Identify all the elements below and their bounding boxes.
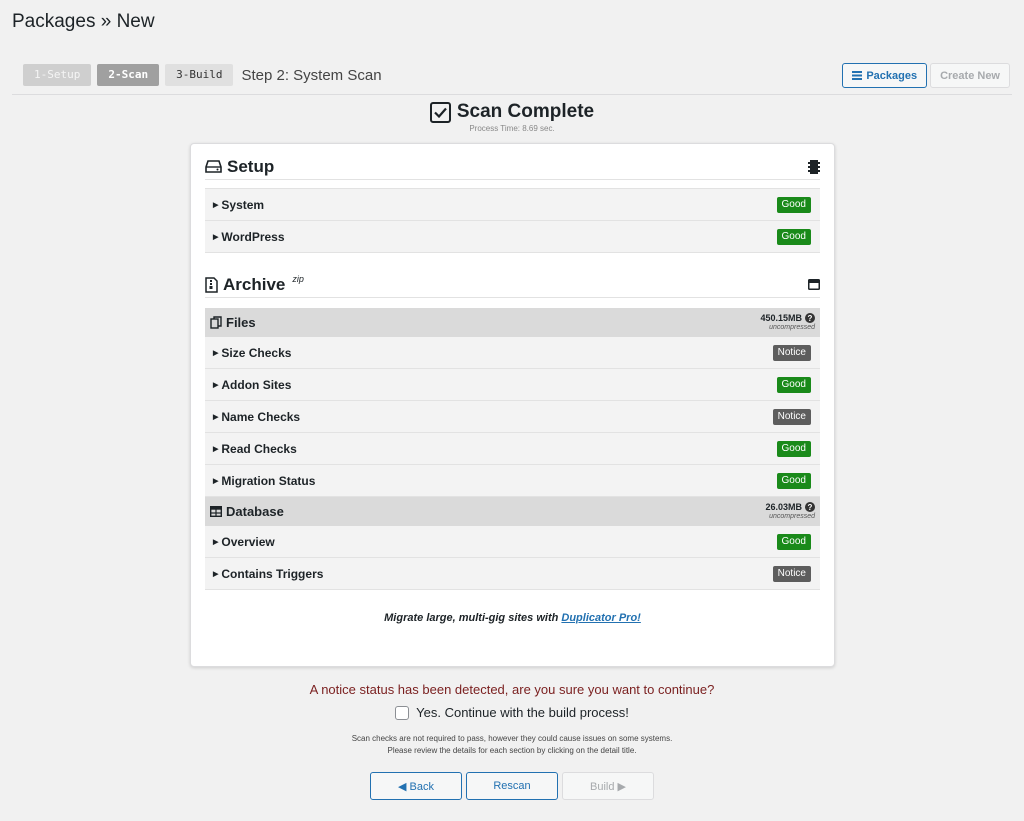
scan-disclaimer: Scan checks are not required to pass, ho…: [0, 733, 1024, 757]
current-step-label: Step 2: System Scan: [241, 66, 382, 84]
files-size-value: 450.15MB: [760, 312, 802, 323]
process-time: Process Time: 8.69 sec.: [469, 124, 555, 133]
status-badge: Notice: [772, 408, 811, 425]
step-build: 3-Build: [165, 64, 234, 86]
files-size: 450.15MB? uncompressed: [760, 313, 815, 332]
rescan-button[interactable]: Rescan: [466, 772, 558, 800]
notice-message: A notice status has been detected, are y…: [309, 682, 715, 697]
duplicator-pro-link[interactable]: Duplicator Pro!: [561, 612, 640, 624]
archive-rows: Files 450.15MB? uncompressed ▶ Size Check…: [205, 308, 820, 590]
back-button[interactable]: ◀ Back: [370, 772, 462, 800]
files-title: Files: [226, 315, 256, 330]
database-size-value: 26.03MB: [765, 501, 802, 512]
caret-right-icon: ▶: [213, 538, 219, 546]
top-actions: Packages Create New: [842, 63, 1010, 88]
setup-row-wordpress[interactable]: ▶ WordPress Good: [205, 221, 820, 253]
question-icon[interactable]: ?: [805, 313, 815, 323]
caret-right-icon: ▶: [213, 201, 219, 209]
create-new-label: Create New: [940, 69, 1000, 82]
setup-row-system[interactable]: ▶ System Good: [205, 189, 820, 221]
file-zip-icon: [205, 276, 218, 293]
database-title: Database: [226, 504, 284, 519]
divider: [12, 94, 1012, 95]
caret-right-icon: ▶: [213, 477, 219, 485]
database-row-overview[interactable]: ▶ Overview Good: [205, 526, 820, 558]
caret-right-icon: ▶: [213, 445, 219, 453]
setup-title: Setup: [227, 156, 275, 176]
status-badge: Good: [776, 533, 811, 550]
server-icon: [808, 159, 820, 174]
status-badge: Good: [776, 376, 811, 393]
archive-section-header[interactable]: Archive zip: [205, 272, 820, 298]
back-label: ◀ Back: [398, 780, 434, 793]
build-button[interactable]: Build ▶: [562, 772, 654, 800]
database-size-note: uncompressed: [769, 513, 815, 520]
rescan-label: Rescan: [493, 780, 531, 792]
files-row-name-checks[interactable]: ▶ Name Checks Notice: [205, 401, 820, 433]
page-title: Packages » New: [12, 11, 155, 32]
status-badge: Notice: [772, 344, 811, 361]
setup-rows: ▶ System Good ▶ WordPress Good: [205, 188, 820, 253]
caret-right-icon: ▶: [213, 570, 219, 578]
database-subheader[interactable]: Database 26.03MB? uncompressed: [205, 497, 820, 526]
files-size-note: uncompressed: [769, 324, 815, 331]
continue-label[interactable]: Yes. Continue with the build process!: [416, 705, 629, 720]
scan-complete-title: Scan Complete: [456, 101, 595, 122]
row-label: Addon Sites: [221, 377, 292, 392]
scan-results-panel: Setup ▶ System Good ▶ WordPress Good Archi…: [190, 143, 835, 667]
archive-box-icon: [808, 279, 820, 290]
files-row-read-checks[interactable]: ▶ Read Checks Good: [205, 433, 820, 465]
row-label: Read Checks: [221, 441, 297, 456]
build-label: Build ▶: [590, 780, 626, 793]
disclaimer-line-1: Scan checks are not required to pass, ho…: [351, 734, 673, 743]
continue-confirmation: Yes. Continue with the build process!: [0, 705, 1024, 720]
hdd-icon: [205, 160, 222, 173]
row-label: System: [221, 197, 265, 212]
copy-files-icon: [210, 316, 222, 329]
caret-right-icon: ▶: [213, 349, 219, 357]
caret-right-icon: ▶: [213, 381, 219, 389]
step-setup: 1-Setup: [23, 64, 92, 86]
files-subheader[interactable]: Files 450.15MB? uncompressed: [205, 308, 820, 337]
status-badge: Good: [776, 440, 811, 457]
row-label: Size Checks: [221, 345, 292, 360]
question-icon[interactable]: ?: [805, 502, 815, 512]
row-label: Overview: [221, 534, 275, 549]
status-badge: Notice: [772, 565, 811, 582]
checkbox-checked-icon: [429, 101, 451, 123]
database-row-contains-triggers[interactable]: ▶ Contains Triggers Notice: [205, 558, 820, 590]
promo-text: Migrate large, multi-gig sites with Dupl…: [191, 612, 834, 624]
scan-complete-header: Scan Complete Process Time: 8.69 sec.: [0, 101, 1024, 133]
archive-title: Archive: [223, 274, 286, 294]
wizard-steps: 1-Setup 2-Scan 3-Build Step 2: System Sc…: [23, 64, 382, 86]
step-scan: 2-Scan: [97, 64, 160, 86]
caret-right-icon: ▶: [213, 413, 219, 421]
row-label: Migration Status: [221, 473, 316, 488]
status-badge: Good: [776, 196, 811, 213]
files-row-addon-sites[interactable]: ▶ Addon Sites Good: [205, 369, 820, 401]
files-row-migration-status[interactable]: ▶ Migration Status Good: [205, 465, 820, 497]
table-icon: [210, 506, 222, 517]
row-label: Name Checks: [221, 409, 301, 424]
files-row-size-checks[interactable]: ▶ Size Checks Notice: [205, 337, 820, 369]
database-size: 26.03MB? uncompressed: [765, 502, 815, 521]
status-badge: Good: [776, 472, 811, 489]
promo-text-body: Migrate large, multi-gig sites with: [384, 612, 562, 624]
row-label: WordPress: [221, 229, 285, 244]
list-icon: [852, 71, 863, 80]
packages-button-label: Packages: [866, 69, 918, 82]
archive-format: zip: [292, 273, 304, 284]
setup-section-header[interactable]: Setup: [205, 154, 820, 180]
caret-right-icon: ▶: [213, 233, 219, 241]
packages-button[interactable]: Packages: [842, 63, 928, 88]
status-badge: Good: [776, 228, 811, 245]
create-new-button[interactable]: Create New: [930, 63, 1010, 88]
continue-checkbox[interactable]: [395, 705, 410, 720]
wizard-navigation: ◀ Back Rescan Build ▶: [0, 772, 1024, 800]
disclaimer-line-2: Please review the details for each secti…: [387, 746, 637, 755]
row-label: Contains Triggers: [221, 566, 324, 581]
